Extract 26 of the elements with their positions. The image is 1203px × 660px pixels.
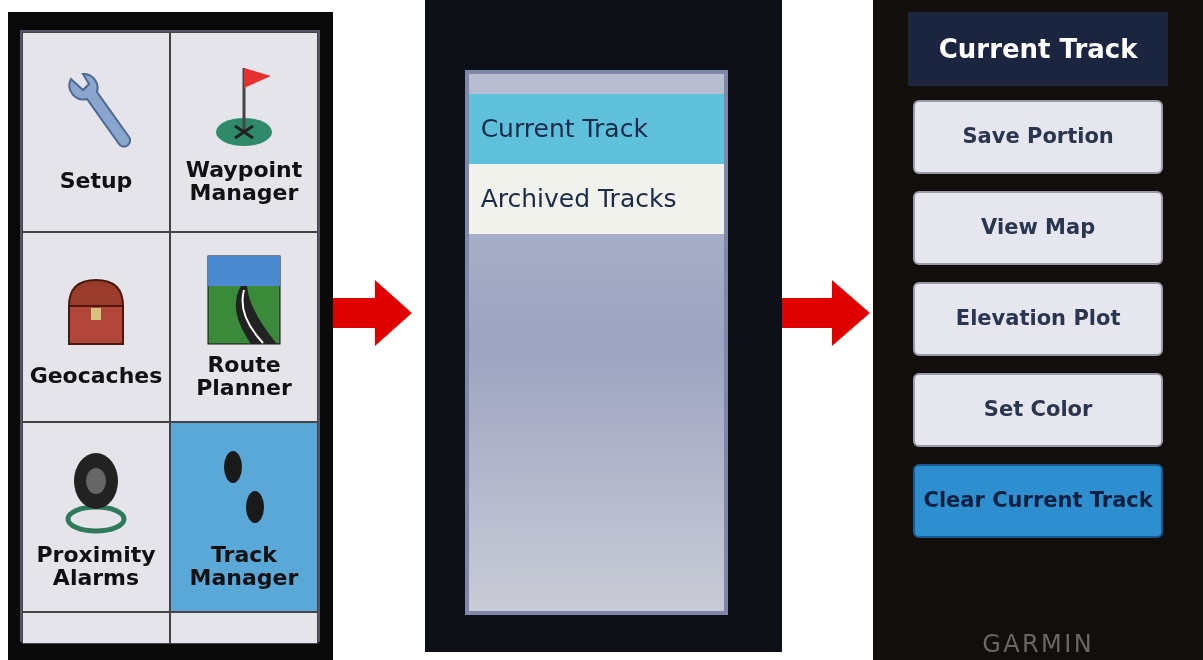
menu-button[interactable]: Clear Current Track	[913, 464, 1164, 538]
menu-tile[interactable]	[170, 612, 318, 644]
tile-label: Track Manager	[188, 542, 300, 590]
menu-button[interactable]: Save Portion	[913, 100, 1164, 174]
brand-label: GARMIN	[982, 632, 1095, 656]
screen-title: Current Track	[908, 12, 1169, 86]
menu-tile[interactable]	[22, 612, 170, 644]
road-icon	[207, 254, 281, 345]
tile-label: Setup	[58, 169, 134, 193]
menu-button[interactable]: View Map	[913, 191, 1164, 265]
menu-tile[interactable]: Proximity Alarms	[22, 422, 170, 612]
tile-label: Geocaches	[28, 364, 164, 388]
tile-label: Waypoint Manager	[184, 157, 304, 205]
list-item[interactable]: Archived Tracks	[468, 164, 724, 234]
menu-button[interactable]: Set Color	[913, 373, 1164, 447]
menu-tile[interactable]: Geocaches	[22, 232, 170, 422]
tile-label: Proximity Alarms	[35, 542, 157, 590]
menu-tile[interactable]: Waypoint Manager	[170, 32, 318, 232]
menu-tile[interactable]: Track Manager	[170, 422, 318, 612]
menu-tile[interactable]: Route Planner	[170, 232, 318, 422]
right-arrow-icon	[332, 280, 412, 346]
menu-tile[interactable]: Setup	[22, 32, 170, 232]
list-item[interactable]: Current Track	[468, 94, 724, 164]
menu-button[interactable]: Elevation Plot	[913, 282, 1164, 356]
tile-label: Route Planner	[195, 352, 293, 400]
right-arrow-icon	[782, 280, 871, 346]
